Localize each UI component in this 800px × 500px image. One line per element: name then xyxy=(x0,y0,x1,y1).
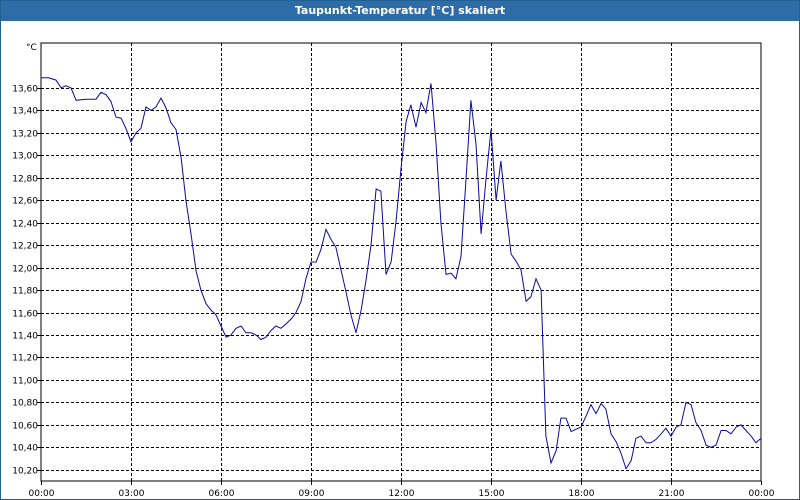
y-tick-label: 12,00 xyxy=(12,265,38,275)
y-axis-unit: °C xyxy=(26,43,37,53)
y-tick-label: 13,20 xyxy=(12,130,38,140)
x-tick-time-label: 00:00 xyxy=(29,489,55,499)
x-tick-time-label: 12:00 xyxy=(389,489,415,499)
y-tick-label: 10,80 xyxy=(12,399,38,409)
y-tick-label: 10,40 xyxy=(12,444,38,454)
y-tick-label: 13,00 xyxy=(12,152,38,162)
y-tick-label: 11,20 xyxy=(12,354,38,364)
x-tick-time-label: 06:00 xyxy=(209,489,235,499)
y-tick-label: 11,00 xyxy=(12,377,38,387)
line-chart: °C 13,60 13,40 13,20 13,00 12,80 12,60 12,40 12… xyxy=(12,42,775,499)
y-tick-label: 12,20 xyxy=(12,242,38,252)
y-tick-label: 10,20 xyxy=(12,467,38,477)
y-tick-label: 12,40 xyxy=(12,220,38,230)
x-tick-time-label: 00:00 xyxy=(749,489,775,499)
chart-window: Taupunkt-Temperatur [°C] skaliert °C 13,… xyxy=(0,0,800,500)
y-tick-label: 11,60 xyxy=(12,310,38,320)
x-tick-time-label: 03:00 xyxy=(119,489,145,499)
y-tick-label: 12,60 xyxy=(12,197,38,207)
x-axis-ticks: 00:0009.09.1703:0009.09.1706:0009.09.170… xyxy=(29,481,775,499)
x-tick-time-label: 15:00 xyxy=(479,489,505,499)
y-tick-label: 13,60 xyxy=(12,85,38,95)
y-tick-label: 11,80 xyxy=(12,287,38,297)
window-title: Taupunkt-Temperatur [°C] skaliert xyxy=(1,1,799,21)
x-tick-time-label: 21:00 xyxy=(659,489,685,499)
y-axis-ticks: 13,60 13,40 13,20 13,00 12,80 12,60 12,40 12,20… xyxy=(12,85,41,477)
y-tick-label: 10,60 xyxy=(12,422,38,432)
x-tick-time-label: 18:00 xyxy=(569,489,595,499)
y-tick-label: 12,80 xyxy=(12,175,38,185)
y-tick-label: 11,40 xyxy=(12,332,38,342)
x-tick-time-label: 09:00 xyxy=(299,489,325,499)
y-tick-label: 13,40 xyxy=(12,107,38,117)
